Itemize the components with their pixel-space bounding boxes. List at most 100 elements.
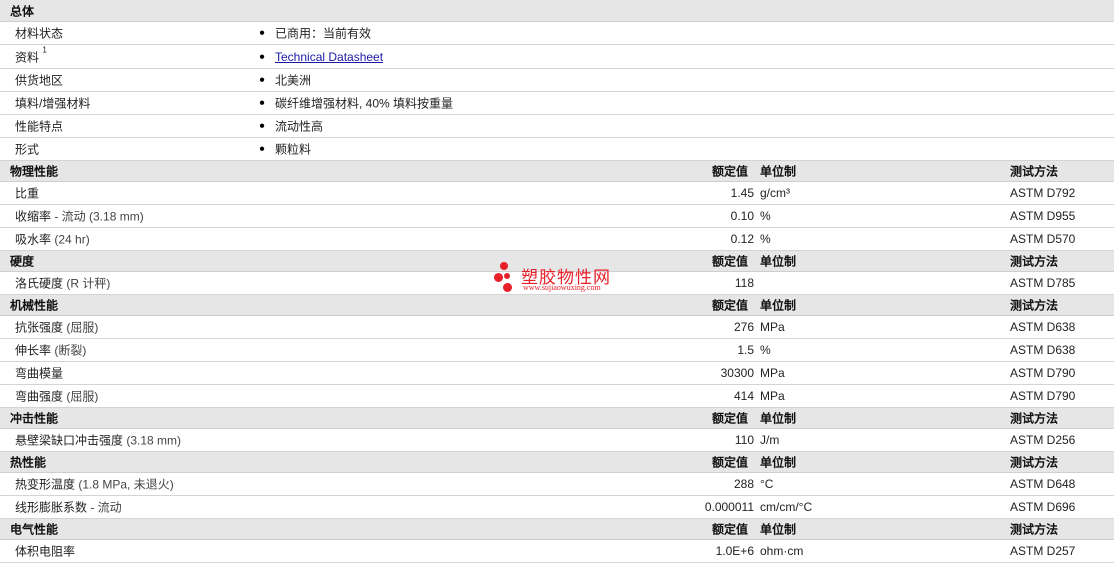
- property-value: 276: [733, 320, 754, 334]
- datasheet-link[interactable]: Technical Datasheet: [275, 50, 383, 64]
- property-name: 体积电阻率: [15, 544, 76, 559]
- header-nominal-value: 额定值: [712, 411, 749, 426]
- general-label-text: 资料: [15, 50, 40, 64]
- property-row: 伸长率 (断裂) 1.5% ASTM D638: [0, 339, 1114, 362]
- property-value: 414: [733, 389, 754, 403]
- property-name: 悬壁梁缺口冲击强度: [15, 433, 124, 448]
- property-name: 比重: [15, 186, 40, 201]
- property-unit: MPa: [760, 366, 785, 380]
- general-label: 资料 1: [15, 45, 47, 65]
- property-value: 0.12: [730, 232, 754, 246]
- bullet-icon: ●: [259, 120, 266, 132]
- bullet-icon: ●: [259, 143, 266, 155]
- property-test-method: ASTM D256: [1010, 433, 1076, 447]
- property-unit: ohm·cm: [760, 544, 804, 558]
- property-condition: (屈服): [63, 389, 99, 404]
- property-value: 288: [733, 477, 754, 491]
- property-condition: (24 hr): [51, 232, 90, 247]
- general-row: 材料状态 ● 已商用：当前有效: [0, 22, 1114, 45]
- general-label-text: 供货地区: [15, 73, 64, 88]
- section-header: 电气性能 额定值 单位制 测试方法: [0, 519, 1114, 540]
- general-value: 颗粒料: [275, 142, 312, 157]
- property-unit: MPa: [760, 389, 785, 403]
- bullet-icon: ●: [259, 97, 266, 109]
- header-test-method: 测试方法: [1010, 254, 1059, 269]
- property-name: 线形膨胀系数: [15, 500, 88, 515]
- section-title: 热性能: [10, 455, 47, 470]
- section-header: 物理性能 额定值 单位制 测试方法: [0, 161, 1114, 182]
- property-label: 体积电阻率: [15, 543, 75, 560]
- property-name: 弯曲模量: [15, 366, 64, 381]
- property-name: 热变形温度: [15, 477, 76, 492]
- property-unit: J/m: [760, 433, 780, 447]
- general-row: 性能特点 ● 流动性高: [0, 115, 1114, 138]
- general-label-text: 性能特点: [15, 119, 64, 134]
- property-value: 1.5: [737, 343, 754, 357]
- property-name: 伸长率: [15, 343, 52, 358]
- property-test-method: ASTM D785: [1010, 276, 1076, 290]
- section-header-general: 总体: [0, 0, 1114, 22]
- bullet-icon: ●: [259, 51, 266, 62]
- bullet-icon: ●: [259, 74, 266, 86]
- header-nominal-value: 额定值: [712, 455, 749, 470]
- general-label: 形式: [15, 141, 39, 158]
- property-test-method: ASTM D790: [1010, 389, 1076, 403]
- property-condition: (1.8 MPa, 未退火): [75, 477, 174, 492]
- property-row: 弯曲模量 30300 MPa ASTM D790: [0, 362, 1114, 385]
- property-condition: (断裂): [51, 343, 87, 358]
- property-test-method: ASTM D696: [1010, 500, 1076, 514]
- header-nominal-value: 额定值: [712, 254, 749, 269]
- property-condition: (屈服): [63, 320, 99, 335]
- general-label: 填料/增强材料: [15, 95, 90, 112]
- property-unit: cm/cm/°C: [760, 500, 813, 514]
- property-condition: (R 计秤): [63, 276, 111, 291]
- general-value: 已商用：当前有效: [275, 26, 372, 41]
- property-label: 抗张强度 (屈服): [15, 319, 98, 336]
- property-value: 0.10: [730, 209, 754, 223]
- general-label-text: 填料/增强材料: [15, 96, 91, 111]
- property-label: 伸长率 (断裂): [15, 342, 86, 359]
- property-label: 收缩率 - 流动 (3.18 mm): [15, 208, 144, 225]
- property-value: 30300: [720, 366, 754, 380]
- property-row: 吸水率 (24 hr) 0.12% ASTM D570: [0, 228, 1114, 251]
- general-row: 形式 ● 颗粒料: [0, 138, 1114, 161]
- property-row: 体积电阻率 1.0E+6 ohm·cm ASTM D257: [0, 540, 1114, 563]
- header-test-method: 测试方法: [1010, 522, 1059, 537]
- section-header: 冲击性能 额定值 单位制 测试方法: [0, 408, 1114, 429]
- general-label: 供货地区: [15, 72, 63, 89]
- property-unit: MPa: [760, 320, 785, 334]
- header-unit: 单位制: [760, 298, 797, 313]
- property-row: 热变形温度 (1.8 MPa, 未退火) 288 °C ASTM D648: [0, 473, 1114, 496]
- header-nominal-value: 额定值: [712, 164, 749, 179]
- property-test-method: ASTM D257: [1010, 544, 1076, 558]
- property-unit: %: [760, 343, 771, 357]
- property-test-method: ASTM D792: [1010, 186, 1076, 200]
- general-label: 材料状态: [15, 25, 63, 42]
- property-value: 110: [734, 433, 754, 447]
- property-condition: - 流动: [87, 500, 122, 515]
- property-name: 弯曲强度: [15, 389, 64, 404]
- section-title: 冲击性能: [10, 411, 59, 426]
- property-row: 洛氏硬度 (R 计秤) 118 ASTM D785: [0, 272, 1114, 295]
- property-row: 收缩率 - 流动 (3.18 mm) 0.10% ASTM D955: [0, 205, 1114, 228]
- property-label: 弯曲模量: [15, 365, 63, 382]
- property-test-method: ASTM D638: [1010, 343, 1076, 357]
- section-title: 物理性能: [10, 164, 59, 179]
- property-value: 1.0E+6: [715, 544, 754, 558]
- property-test-method: ASTM D955: [1010, 209, 1076, 223]
- property-value: 0.000011: [704, 500, 754, 514]
- header-test-method: 测试方法: [1010, 298, 1059, 313]
- general-row: 资料 1 ● Technical Datasheet: [0, 45, 1114, 69]
- section-title: 电气性能: [10, 522, 59, 537]
- property-label: 线形膨胀系数 - 流动: [15, 499, 122, 516]
- section-header: 机械性能 额定值 单位制 测试方法: [0, 295, 1114, 316]
- general-label-text: 形式: [15, 142, 40, 157]
- general-label: 性能特点: [15, 118, 63, 135]
- property-unit: %: [760, 232, 771, 246]
- property-row: 线形膨胀系数 - 流动 0.000011 cm/cm/°C ASTM D696: [0, 496, 1114, 519]
- general-row: 供货地区 ● 北美洲: [0, 69, 1114, 92]
- property-name: 抗张强度: [15, 320, 64, 335]
- general-value: 北美洲: [275, 73, 312, 88]
- bullet-icon: ●: [259, 27, 266, 39]
- general-value: 碳纤维增强材料, 40% 填料按重量: [275, 96, 454, 111]
